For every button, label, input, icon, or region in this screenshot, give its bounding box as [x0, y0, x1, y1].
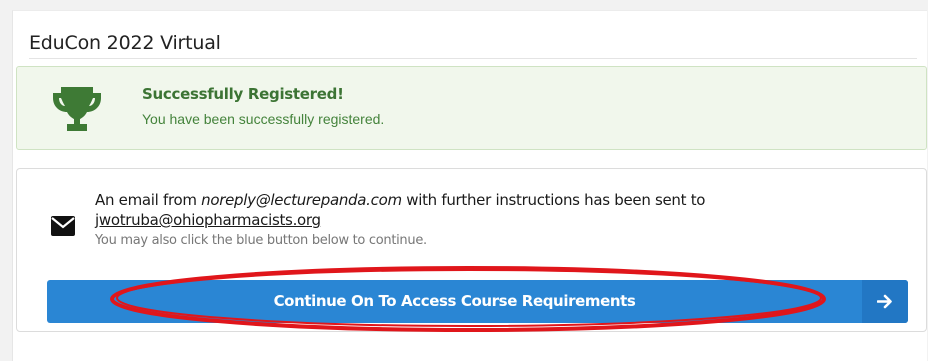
success-alert: Successfully Registered! You have been s… [16, 66, 927, 150]
continue-hint: You may also click the blue button below… [95, 233, 427, 248]
envelope-icon [51, 216, 75, 236]
continue-button[interactable]: Continue On To Access Course Requirement… [47, 280, 908, 323]
page-title: EduCon 2022 Virtual [29, 32, 221, 54]
email-prefix: An email from [95, 191, 202, 209]
continue-arrow-segment[interactable] [862, 280, 908, 323]
email-suffix: with further instructions has been sent … [401, 191, 706, 209]
recipient-email-link[interactable]: jwotruba@ohiopharmacists.org [95, 211, 321, 229]
trophy-icon [53, 87, 101, 131]
alert-heading: Successfully Registered! [142, 85, 344, 103]
email-sent-message: An email from noreply@lecturepanda.com w… [95, 191, 705, 209]
arrow-right-icon [877, 294, 892, 309]
email-notice-card: An email from noreply@lecturepanda.com w… [16, 168, 927, 332]
title-divider [29, 58, 917, 59]
continue-button-label: Continue On To Access Course Requirement… [273, 292, 636, 310]
sender-email: noreply@lecturepanda.com [201, 191, 402, 209]
alert-message: You have been successfully registered. [142, 111, 385, 127]
